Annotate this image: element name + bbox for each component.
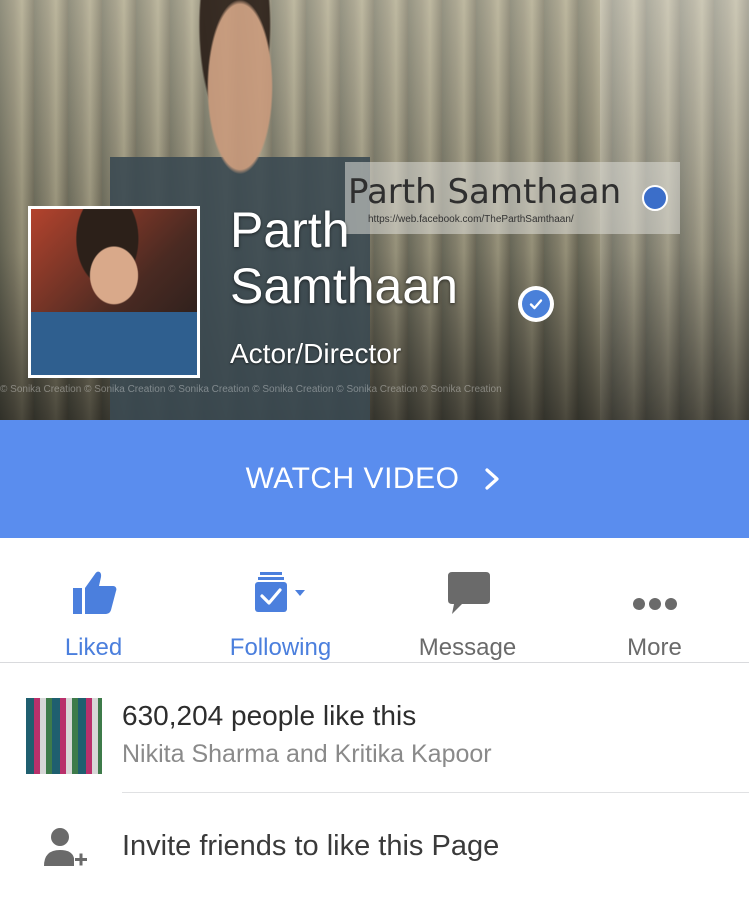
friends-like-thumbnail[interactable]: [26, 698, 102, 774]
following-icon: [254, 572, 305, 612]
verified-check-icon: [518, 286, 554, 322]
profile-picture[interactable]: [28, 206, 200, 378]
more-button[interactable]: More: [561, 538, 748, 662]
cover-watermark-strip: © Sonika Creation © Sonika Creation © So…: [0, 384, 502, 395]
message-button[interactable]: Message: [374, 538, 561, 662]
divider: [0, 662, 749, 663]
liked-label: Liked: [64, 634, 123, 661]
divider: [122, 792, 749, 793]
more-dots-icon: [632, 598, 677, 610]
more-label: More: [627, 634, 682, 661]
watch-video-button[interactable]: WATCH VIDEO: [0, 420, 749, 538]
thumbs-up-icon: [72, 571, 116, 614]
add-person-icon: [44, 828, 87, 866]
likes-friends[interactable]: Nikita Sharma and Kritika Kapoor: [122, 740, 492, 769]
likes-count[interactable]: 630,204 people like this: [122, 700, 416, 732]
page-actions-bar: Liked Following Message More: [0, 538, 749, 662]
watermark-verified-icon: [642, 185, 668, 211]
message-label: Message: [418, 634, 517, 661]
following-button[interactable]: Following: [187, 538, 374, 662]
liked-button[interactable]: Liked: [0, 538, 187, 662]
page-category: Actor/Director: [230, 338, 402, 369]
following-label: Following: [229, 634, 332, 661]
watch-video-label: WATCH VIDEO: [245, 462, 460, 495]
message-icon: [447, 572, 490, 614]
invite-friends-link[interactable]: Invite friends to like this Page: [122, 830, 499, 863]
chevron-right-icon: [485, 468, 500, 490]
